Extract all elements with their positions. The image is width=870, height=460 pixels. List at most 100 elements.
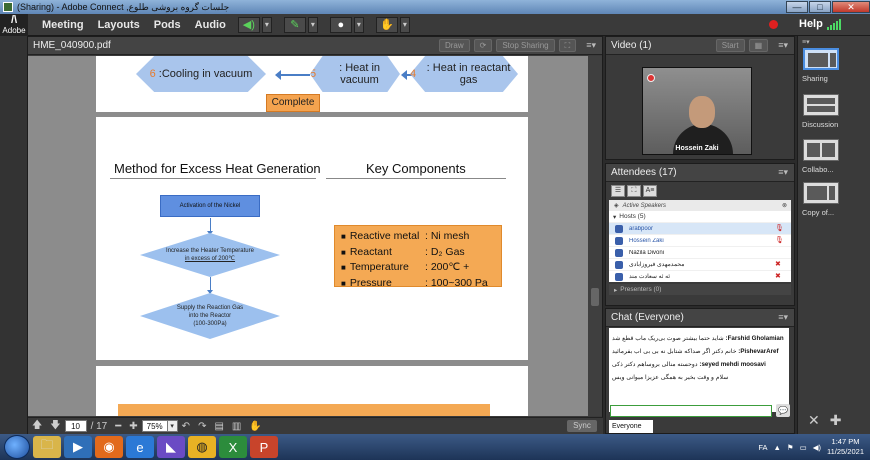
attendee-row[interactable]: Hossein Zaki 🎙 [609, 234, 791, 246]
attendee-row[interactable]: محمدمهدی فیروزآبادی ✖ [609, 258, 791, 270]
draw-button[interactable]: Draw [438, 39, 470, 52]
menu-meeting[interactable]: Meeting [42, 19, 84, 31]
attendees-pod-title: Attendees (17) [611, 167, 677, 178]
host-icon [615, 248, 623, 257]
host-icon [615, 272, 623, 281]
adobe-connect-window: (Sharing) - Adobe Connect ,جلسات گروه بر… [0, 0, 870, 460]
start-video-button[interactable]: Start [715, 39, 745, 52]
menu-audio[interactable]: Audio [195, 19, 226, 31]
webcam-icon[interactable]: ● [329, 16, 352, 33]
recording-icon[interactable] [769, 20, 778, 29]
pod-menu-icon[interactable]: ≡▾ [778, 312, 788, 323]
presenters-group[interactable]: ▸ Presenters (0) [609, 284, 791, 295]
chat-input[interactable] [610, 405, 772, 417]
internet-explorer-icon[interactable]: e [126, 436, 154, 458]
chevron-down-icon[interactable]: ▾ [399, 16, 410, 33]
page-number-input[interactable]: 10 [64, 420, 87, 432]
zoom-input[interactable]: 75% [141, 420, 168, 432]
layout-discussion[interactable] [803, 94, 839, 116]
chat-tab-everyone[interactable]: Everyone [609, 420, 653, 433]
layouts-panel: ≡▾ Sharing Discussion Collabo... Copy of… [797, 36, 870, 434]
excel-icon[interactable]: X [219, 436, 247, 458]
grid-view-icon[interactable]: ⛶ [627, 185, 641, 197]
menu-help[interactable]: Help [799, 18, 823, 30]
layouts-panel-menu-icon[interactable]: ≡▾ [802, 38, 810, 46]
zoom-out-icon[interactable]: ━ [115, 421, 121, 432]
zoom-in-icon[interactable]: ✚ [129, 421, 137, 432]
hosts-group[interactable]: ▾ Hosts (5) [609, 211, 791, 222]
undo-icon[interactable]: ↶ [182, 421, 190, 432]
key-components-box: Reactive metal: Ni mesh Reactant: D₂ Gas… [334, 225, 502, 289]
stop-sharing-button[interactable]: Stop Sharing [496, 39, 555, 52]
layout-add-remove-icons[interactable]: ✕✚ [808, 412, 851, 429]
pod-menu-icon[interactable]: ≡▾ [586, 40, 596, 51]
video-feed[interactable]: Hossein Zaki [642, 67, 752, 155]
clock[interactable]: 1:47 PM 11/25/2021 [827, 437, 864, 457]
redo-icon[interactable]: ↷ [198, 421, 206, 432]
speaker-control[interactable]: ◀) ▾ [237, 16, 272, 33]
video-participant-name: Hossein Zaki [675, 145, 719, 152]
attendee-row[interactable]: ئه ئه سعادت مند ✖ [609, 270, 791, 282]
microphone-control[interactable]: ✎ ▾ [283, 16, 318, 33]
attendee-row[interactable]: arabpoor 🎙 [609, 222, 791, 234]
flag-icon[interactable]: ⚑ [787, 443, 794, 452]
sync-button[interactable]: Sync [567, 420, 597, 432]
volume-icon[interactable]: ◀) [813, 443, 821, 452]
attendee-row[interactable]: Nazila Divoni [609, 246, 791, 258]
network-icon[interactable]: ▭ [800, 443, 807, 452]
list-view-icon[interactable]: ☰ [611, 185, 625, 197]
media-center-icon[interactable]: ◣ [157, 436, 185, 458]
video-pod: Video (1) Start ▦ ≡▾ Hossein Zaki [605, 36, 795, 160]
language-indicator[interactable]: FA [758, 443, 767, 452]
fullscreen-icon[interactable]: ⛶ [558, 39, 577, 52]
scrollbar-thumb[interactable] [591, 288, 599, 306]
webcam-control[interactable]: ● ▾ [329, 16, 364, 33]
host-icon [615, 224, 623, 233]
layout-sharing-label: Sharing [802, 74, 828, 83]
menu-layouts[interactable]: Layouts [98, 19, 140, 31]
chevron-down-icon[interactable]: ▾ [261, 16, 272, 33]
microphone-muted-icon: ✖ [775, 260, 781, 268]
microphone-icon[interactable]: ✎ [283, 16, 306, 33]
raise-hand-control[interactable]: ✋ ▾ [375, 16, 410, 33]
layout-copy[interactable] [803, 182, 839, 204]
pod-menu-icon[interactable]: ≡▾ [778, 167, 788, 178]
sort-icon[interactable]: A≡ [643, 185, 657, 197]
chevron-down-icon[interactable]: ▾ [353, 16, 364, 33]
chevron-down-icon[interactable]: ▾ [167, 420, 178, 432]
component-row: Reactant: D₂ Gas [341, 245, 495, 261]
close-icon[interactable]: ⊗ [782, 202, 787, 209]
start-button[interactable] [4, 435, 30, 459]
firefox-icon[interactable]: ◉ [95, 436, 123, 458]
tray-up-icon[interactable]: ▲ [773, 443, 780, 452]
video-layout-icon[interactable]: ▦ [748, 39, 769, 52]
layout-collaboration[interactable] [803, 139, 839, 161]
vertical-scrollbar[interactable] [588, 56, 602, 416]
maximize-button[interactable]: □ [809, 1, 831, 13]
chat-messages[interactable]: Farshid Gholamian: شاید حتما بیشتر صوت ب… [609, 328, 789, 412]
raise-hand-icon[interactable]: ✋ [375, 16, 398, 33]
sync-pointer-button[interactable]: ⟳ [473, 39, 493, 52]
chevron-down-icon[interactable]: ▾ [307, 16, 318, 33]
hand-tool-icon[interactable]: ✋ [249, 421, 261, 432]
fit-width-icon[interactable]: ▤ [214, 421, 223, 432]
page-down-icon[interactable]: 🡇 [50, 418, 60, 435]
layout-sharing[interactable] [803, 48, 839, 70]
fit-page-icon[interactable]: ▥ [232, 421, 241, 432]
page-up-icon[interactable]: 🡅 [32, 418, 42, 435]
media-player-icon[interactable]: ▶ [64, 436, 92, 458]
pod-menu-icon[interactable]: ≡▾ [778, 40, 788, 51]
windows-taskbar: 🗀 ▶ ◉ e ◣ ◍ X P FA ▲ ⚑ ▭ ◀) 1:47 PM 11/2… [0, 434, 870, 460]
chrome-icon[interactable]: ◍ [188, 436, 216, 458]
minimize-button[interactable]: — [786, 1, 808, 13]
document-viewport[interactable]: 6:Cooling in vacuum 5: Heat in vacuum 4:… [28, 56, 588, 416]
system-tray: FA ▲ ⚑ ▭ ◀) 1:47 PM 11/25/2021 [758, 437, 864, 457]
powerpoint-icon[interactable]: P [250, 436, 278, 458]
close-button[interactable]: ✕ [832, 1, 870, 13]
file-explorer-icon[interactable]: 🗀 [33, 436, 61, 458]
recording-icon [647, 74, 655, 82]
menu-pods[interactable]: Pods [154, 19, 181, 31]
send-message-icon[interactable]: 💬 [776, 404, 790, 417]
left-gutter [0, 36, 27, 434]
speaker-icon[interactable]: ◀) [237, 16, 260, 33]
